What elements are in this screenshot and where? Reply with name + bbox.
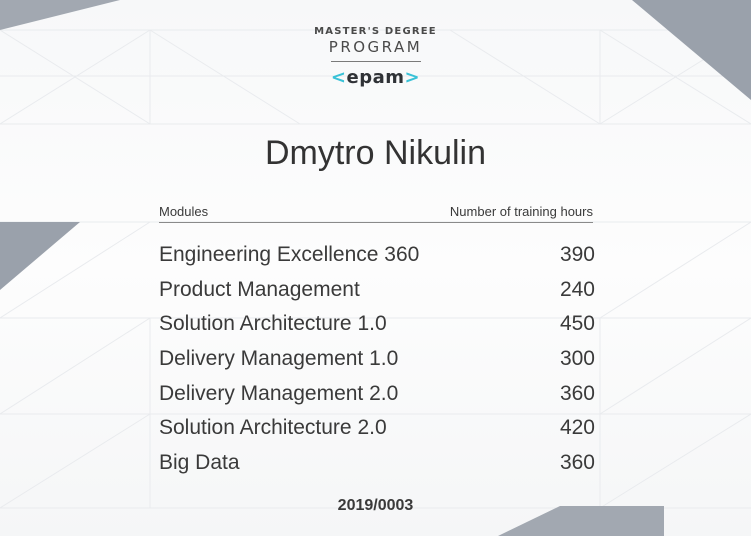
modules-column-header: Modules (159, 204, 209, 219)
branding-divider (330, 61, 421, 62)
program-label: PROGRAM (328, 38, 423, 56)
module-hours: 420 (559, 416, 595, 440)
module-hours: 450 (559, 312, 595, 336)
module-name: Delivery Management 2.0 (159, 381, 399, 405)
module-name: Delivery Management 1.0 (159, 347, 399, 371)
modules-table: Engineering Excellence 360 390 Product Ma… (159, 239, 595, 482)
module-hours: 240 (559, 277, 595, 301)
epam-logo: <epam> (330, 67, 421, 88)
table-header: Modules Number of training hours (159, 204, 593, 223)
program-degree-label: MASTER'S DEGREE (314, 26, 437, 37)
module-hours: 360 (559, 381, 595, 405)
module-name: Product Management (159, 277, 360, 301)
module-hours: 300 (559, 347, 595, 371)
table-row: Engineering Excellence 360 390 (159, 239, 595, 274)
recipient-name: Dmytro Nikulin (264, 134, 487, 172)
table-row: Solution Architecture 1.0 450 (159, 308, 595, 343)
hours-column-header: Number of training hours (449, 204, 593, 219)
program-branding: MASTER'S DEGREE PROGRAM <epam> (0, 26, 751, 88)
table-row: Solution Architecture 2.0 420 (159, 412, 595, 447)
module-name: Solution Architecture 2.0 (159, 416, 387, 440)
table-row: Product Management 240 (159, 274, 595, 309)
certificate-number: 2019/0003 (337, 497, 414, 514)
module-name: Engineering Excellence 360 (159, 243, 420, 266)
module-name: Big Data (159, 451, 240, 475)
module-hours: 360 (559, 451, 595, 475)
module-hours: 390 (559, 243, 595, 266)
table-row: Delivery Management 1.0 300 (159, 343, 595, 378)
table-row: Delivery Management 2.0 360 (159, 378, 595, 413)
module-name: Solution Architecture 1.0 (159, 312, 387, 336)
table-row: Big Data 360 (159, 447, 595, 482)
